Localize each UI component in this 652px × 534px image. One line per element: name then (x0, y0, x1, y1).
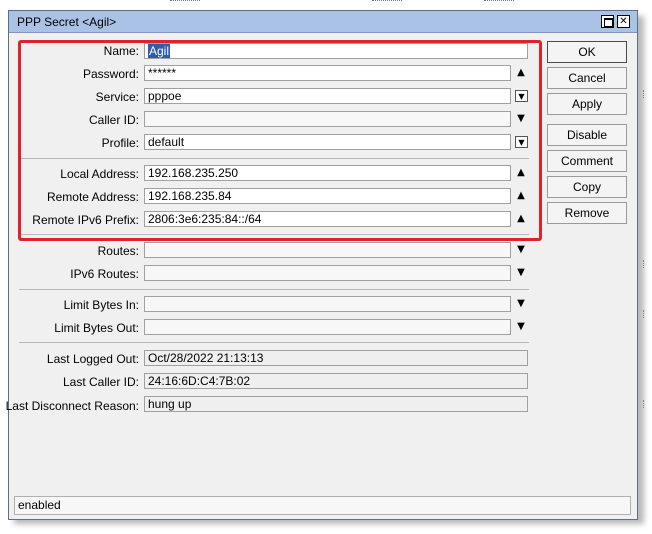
limit-bytes-in-label: Limit Bytes In: (63, 298, 139, 312)
local-address-label: Local Address: (60, 167, 139, 181)
boxed-triangle-down-icon[interactable]: ▼ (515, 136, 528, 148)
ok-button[interactable]: OK (547, 41, 627, 63)
triangle-down-icon[interactable]: ▼ (515, 267, 527, 279)
ipv6-routes-label: IPv6 Routes: (70, 267, 139, 281)
triangle-down-icon[interactable]: ▼ (515, 244, 527, 256)
last-logged-out-value: Oct/28/2022 21:13:13 (144, 350, 528, 366)
triangle-up-icon[interactable]: ▲ (515, 67, 527, 79)
disable-button[interactable]: Disable (547, 124, 627, 146)
last-caller-id-label: Last Caller ID: (62, 375, 139, 389)
background-artifact (170, 0, 200, 3)
separator (19, 289, 529, 290)
limit-bytes-out-label: Limit Bytes Out: (54, 321, 139, 335)
password-field[interactable]: ****** (144, 65, 511, 81)
triangle-down-icon[interactable]: ▼ (515, 113, 527, 125)
limit-bytes-out-field[interactable] (144, 319, 511, 335)
separator (19, 234, 529, 235)
triangle-up-icon[interactable]: ▲ (515, 213, 527, 225)
remote-address-label: Remote Address: (46, 190, 139, 204)
cancel-button[interactable]: Cancel (547, 67, 627, 89)
last-disconnect-reason-value: hung up (144, 396, 528, 412)
last-logged-out-label: Last Logged Out: (46, 352, 139, 366)
triangle-up-icon[interactable]: ▲ (515, 167, 527, 179)
password-label: Password: (82, 67, 139, 81)
name-label: Name: (103, 44, 139, 58)
local-address-field[interactable]: 192.168.235.250 (144, 165, 511, 181)
limit-bytes-in-field[interactable] (144, 296, 511, 312)
triangle-down-icon[interactable]: ▼ (515, 298, 527, 310)
remote-ipv6-prefix-label: Remote IPv6 Prefix: (32, 213, 139, 227)
title-bar[interactable]: PPP Secret <Agil> ✕ (9, 11, 637, 33)
close-icon[interactable]: ✕ (617, 15, 630, 28)
triangle-down-icon[interactable]: ▼ (515, 321, 527, 333)
triangle-up-icon[interactable]: ▲ (515, 190, 527, 202)
caller-id-label: Caller ID: (88, 113, 139, 127)
boxed-triangle-down-icon[interactable]: ▼ (515, 90, 528, 102)
last-disconnect-reason-label: Last Disconnect Reason: (5, 399, 139, 413)
service-label: Service: (95, 90, 139, 104)
routes-label: Routes: (97, 244, 139, 258)
separator (19, 342, 529, 343)
maximize-icon[interactable] (601, 15, 614, 28)
window-title: PPP Secret <Agil> (17, 15, 117, 29)
name-field[interactable]: Agil (144, 43, 528, 59)
ipv6-routes-field[interactable] (144, 265, 511, 281)
separator (19, 158, 529, 159)
copy-button[interactable]: Copy (547, 176, 627, 198)
service-select[interactable]: pppoe (144, 88, 511, 104)
profile-select[interactable]: default (144, 134, 511, 150)
routes-field[interactable] (144, 242, 511, 258)
remote-address-field[interactable]: 192.168.235.84 (144, 188, 511, 204)
name-value: Agil (148, 44, 171, 58)
caller-id-field[interactable] (144, 111, 511, 127)
remove-button[interactable]: Remove (547, 202, 627, 224)
last-caller-id-value: 24:16:6D:C4:7B:02 (144, 373, 528, 389)
comment-button[interactable]: Comment (547, 150, 627, 172)
status-bar: enabled (14, 496, 631, 515)
profile-label: Profile: (101, 136, 139, 150)
remote-ipv6-prefix-field[interactable]: 2806:3e6:235:84::/64 (144, 211, 511, 227)
background-artifact (484, 0, 514, 3)
ppp-secret-window: PPP Secret <Agil> ✕ Name: Agil Password:… (6, 10, 638, 520)
background-artifact (372, 0, 402, 3)
apply-button[interactable]: Apply (547, 93, 627, 115)
